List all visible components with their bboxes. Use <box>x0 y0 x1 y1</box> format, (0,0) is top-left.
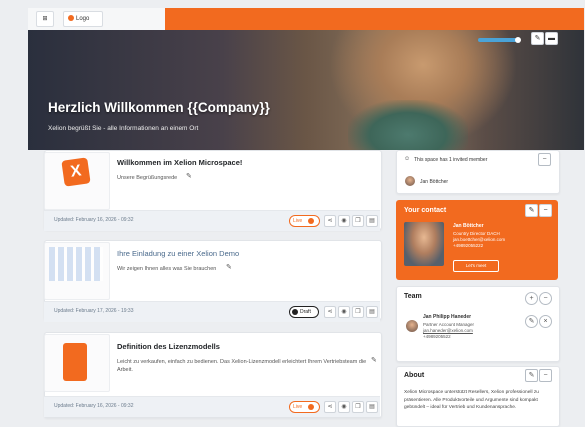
status-badge-1[interactable]: Live <box>289 215 320 227</box>
card-thumbnail-1: X <box>44 152 110 210</box>
hero-title: Herzlich Willkommen {{Company}} <box>48 100 270 115</box>
add-team-member-button[interactable]: + <box>525 292 538 305</box>
invite-icon: ☺ <box>404 156 411 162</box>
team-member-phone[interactable]: +4989205522 <box>423 334 451 339</box>
card-title-2: Ihre Einladung zu einer Xelion Demo <box>117 249 240 258</box>
hero-toggle[interactable] <box>478 38 518 42</box>
grid-icon[interactable]: ⊞ <box>36 11 54 27</box>
status-label-2: Draft <box>300 309 311 315</box>
contact-phone[interactable]: +49892055222 <box>453 243 483 248</box>
contact-role: Country Director DACH <box>453 231 500 236</box>
hero-subtitle: Xelion begrüßt Sie - alle Informationen … <box>48 125 199 132</box>
edit-pencil-icon[interactable]: ✎ <box>226 263 232 271</box>
delete-icon[interactable]: ▤ <box>366 215 378 227</box>
edit-hero-button[interactable]: ✎ <box>531 32 544 45</box>
avatar <box>406 320 418 332</box>
invite-text: This space has 1 invited member <box>414 157 488 163</box>
toggle-knob-icon <box>308 217 315 224</box>
status-label-1: Live <box>293 218 303 224</box>
remove-member-button[interactable]: × <box>539 315 552 328</box>
edit-pencil-icon[interactable]: ✎ <box>186 172 192 180</box>
hero-toggle-knob[interactable] <box>515 37 521 43</box>
card-thumbnail-2 <box>44 242 110 300</box>
collapse-about-button[interactable]: − <box>539 369 552 382</box>
copy-icon[interactable]: ❐ <box>352 306 364 318</box>
logo-icon <box>68 15 74 22</box>
copy-icon[interactable]: ❐ <box>352 401 364 413</box>
share-icon[interactable]: ⋖ <box>324 306 336 318</box>
card-title-3: Definition des Lizenzmodells <box>117 342 220 351</box>
delete-icon[interactable]: ▤ <box>366 306 378 318</box>
pin-icon[interactable]: ◉ <box>338 306 350 318</box>
calendar-preview-icon <box>49 247 103 281</box>
logo-label: Logo <box>76 16 90 22</box>
edit-member-button[interactable]: ✎ <box>525 315 538 328</box>
card-text-1: Unsere Begrüßungsrede <box>117 175 178 181</box>
edit-pencil-icon[interactable]: ✎ <box>371 356 377 364</box>
contact-name: Jan Böttcher <box>453 223 484 229</box>
remove-contact-button[interactable]: − <box>539 204 552 217</box>
about-text: Xelion Microspace unterstützt Resellers,… <box>404 390 539 410</box>
remove-hero-button[interactable]: ▬ <box>545 32 558 45</box>
top-bar-accent <box>165 8 584 30</box>
about-title: About <box>404 372 425 379</box>
card-title-1: Willkommen im Xelion Microspace! <box>117 158 243 167</box>
phone-illustration-icon <box>63 343 87 381</box>
card-updated-3: Updated: February 16, 2026 - 09:32 <box>54 403 134 409</box>
toggle-knob-icon <box>292 308 298 315</box>
lets-meet-button[interactable]: Let's meet <box>453 260 499 272</box>
xelion-logo-icon: X <box>61 157 91 187</box>
team-title: Team <box>404 293 422 300</box>
share-icon[interactable]: ⋖ <box>324 215 336 227</box>
card-updated-2: Updated: February 17, 2026 - 19:33 <box>54 308 134 314</box>
team-member-email[interactable]: jan.haneder@xelion.com <box>423 328 473 333</box>
copy-icon[interactable]: ❐ <box>352 215 364 227</box>
edit-contact-button[interactable]: ✎ <box>525 204 538 217</box>
contact-email[interactable]: jan.boettcher@xelion.com <box>453 237 505 242</box>
hero-banner <box>28 30 584 150</box>
edit-about-button[interactable]: ✎ <box>525 369 538 382</box>
collapse-invite-button[interactable]: − <box>538 153 551 166</box>
pin-icon[interactable]: ◉ <box>338 401 350 413</box>
card-updated-1: Updated: February 16, 2026 - 09:32 <box>54 217 134 223</box>
status-badge-2[interactable]: Draft <box>289 306 319 318</box>
team-member-name: Jan Philipp Haneder <box>423 314 472 320</box>
contact-title: Your contact <box>404 207 447 214</box>
logo-button[interactable]: Logo <box>63 11 103 27</box>
pin-icon[interactable]: ◉ <box>338 215 350 227</box>
team-member-role: Partner Account Manager <box>423 322 475 327</box>
share-icon[interactable]: ⋖ <box>324 401 336 413</box>
status-badge-3[interactable]: Live <box>289 401 320 413</box>
avatar <box>405 176 415 186</box>
delete-icon[interactable]: ▤ <box>366 401 378 413</box>
card-text-2: Wir zeigen Ihnen alles was Sie brauchen <box>117 266 217 272</box>
toggle-knob-icon <box>308 403 315 410</box>
status-label-3: Live <box>293 404 303 410</box>
card-text-3: Leicht zu verkaufen, einfach zu bedienen… <box>117 359 367 373</box>
card-thumbnail-3 <box>44 334 110 392</box>
contact-photo <box>404 222 444 266</box>
invite-member: Jan Böttcher <box>420 179 449 185</box>
hero-image-detail <box>348 100 468 150</box>
collapse-team-button[interactable]: − <box>539 292 552 305</box>
